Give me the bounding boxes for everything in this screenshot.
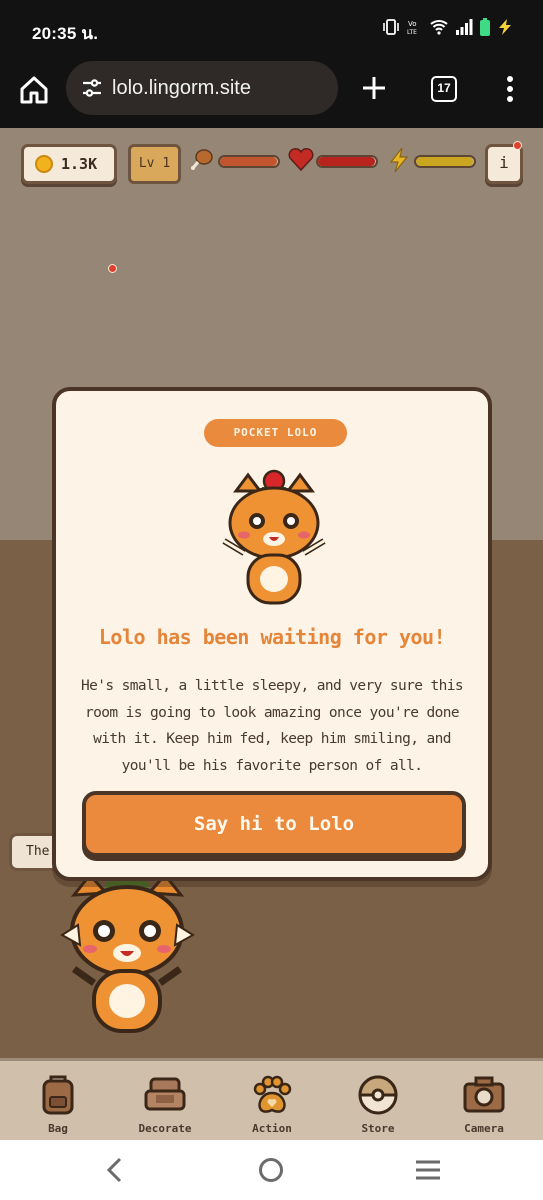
dock-label: Camera bbox=[464, 1122, 504, 1135]
dock-label: Decorate bbox=[138, 1122, 192, 1135]
coin-counter[interactable]: 1.3K bbox=[21, 144, 117, 184]
home-icon[interactable] bbox=[18, 74, 50, 106]
vibrate-icon bbox=[383, 19, 399, 35]
notification-dot bbox=[108, 264, 117, 273]
hud: 1.3K Lv 1 i bbox=[0, 128, 543, 273]
dock-label: Store bbox=[361, 1122, 395, 1135]
armchair-icon bbox=[144, 1077, 186, 1111]
lightning-icon bbox=[389, 147, 409, 173]
coin-value: 1.3K bbox=[61, 155, 98, 173]
dock-action[interactable]: Action bbox=[222, 1061, 322, 1143]
welcome-dialog: POCKET LOLO Lolo has been waiting for yo… bbox=[52, 387, 492, 881]
site-settings-icon[interactable] bbox=[80, 76, 104, 100]
address-bar[interactable]: lolo.lingorm.site bbox=[66, 61, 338, 115]
tab-switcher-button[interactable]: 17 bbox=[431, 76, 457, 102]
dialog-body: He's small, a little sleepy, and very su… bbox=[80, 678, 464, 774]
browser-toolbar: lolo.lingorm.site 17 bbox=[0, 60, 543, 128]
food-bar-fill bbox=[220, 157, 277, 166]
status-bar: 20:35 น. Vo LTE bbox=[0, 0, 543, 60]
recents-icon[interactable] bbox=[414, 1159, 442, 1181]
more-menu-icon[interactable] bbox=[500, 74, 520, 104]
info-notification-dot bbox=[513, 141, 522, 150]
status-icons: Vo LTE bbox=[382, 18, 513, 36]
dock-camera[interactable]: Camera bbox=[434, 1061, 534, 1143]
pokeball-icon bbox=[358, 1075, 398, 1115]
dock-decorate[interactable]: Decorate bbox=[115, 1061, 215, 1143]
dock-bag[interactable]: Bag bbox=[8, 1061, 108, 1143]
home-circle-icon[interactable] bbox=[258, 1157, 284, 1183]
dialog-title: Lolo has been waiting for you! bbox=[98, 625, 446, 649]
back-icon[interactable] bbox=[105, 1157, 125, 1183]
dock-label: Bag bbox=[48, 1122, 68, 1135]
svg-text:Vo: Vo bbox=[408, 20, 417, 28]
level-badge[interactable]: Lv 1 bbox=[128, 144, 181, 184]
drumstick-icon bbox=[191, 149, 213, 170]
energy-bar bbox=[414, 155, 476, 168]
energy-bar-fill bbox=[416, 157, 473, 166]
clock: 20:35 น. bbox=[32, 24, 99, 43]
svg-text:LTE: LTE bbox=[407, 29, 417, 36]
game-title-badge: POCKET LOLO bbox=[204, 419, 347, 447]
love-bar bbox=[316, 155, 378, 168]
lolo-portrait bbox=[222, 469, 326, 605]
dock-store[interactable]: Store bbox=[328, 1061, 428, 1143]
signal-icon bbox=[456, 19, 473, 35]
url-text: lolo.lingorm.site bbox=[112, 76, 251, 99]
lolo-cat-sprite[interactable] bbox=[60, 873, 195, 1038]
dock-label: Action bbox=[252, 1122, 292, 1135]
bottom-dock: Bag Decorate Action Store Camera bbox=[0, 1058, 543, 1140]
info-button[interactable]: i bbox=[485, 144, 523, 184]
paw-icon bbox=[253, 1075, 292, 1113]
food-bar bbox=[218, 155, 280, 168]
coin-icon bbox=[35, 155, 53, 173]
wifi-icon bbox=[430, 20, 448, 35]
volte-icon: VoLTE bbox=[407, 20, 417, 36]
battery-icon bbox=[480, 18, 490, 36]
say-hi-button[interactable]: Say hi to Lolo bbox=[82, 791, 466, 857]
camera-icon bbox=[463, 1076, 505, 1113]
heart-icon bbox=[288, 148, 314, 172]
backpack-icon bbox=[42, 1075, 74, 1115]
love-bar-fill bbox=[318, 157, 375, 166]
new-tab-icon[interactable] bbox=[360, 74, 388, 102]
charging-icon bbox=[499, 19, 511, 35]
system-nav-bar bbox=[0, 1140, 543, 1200]
